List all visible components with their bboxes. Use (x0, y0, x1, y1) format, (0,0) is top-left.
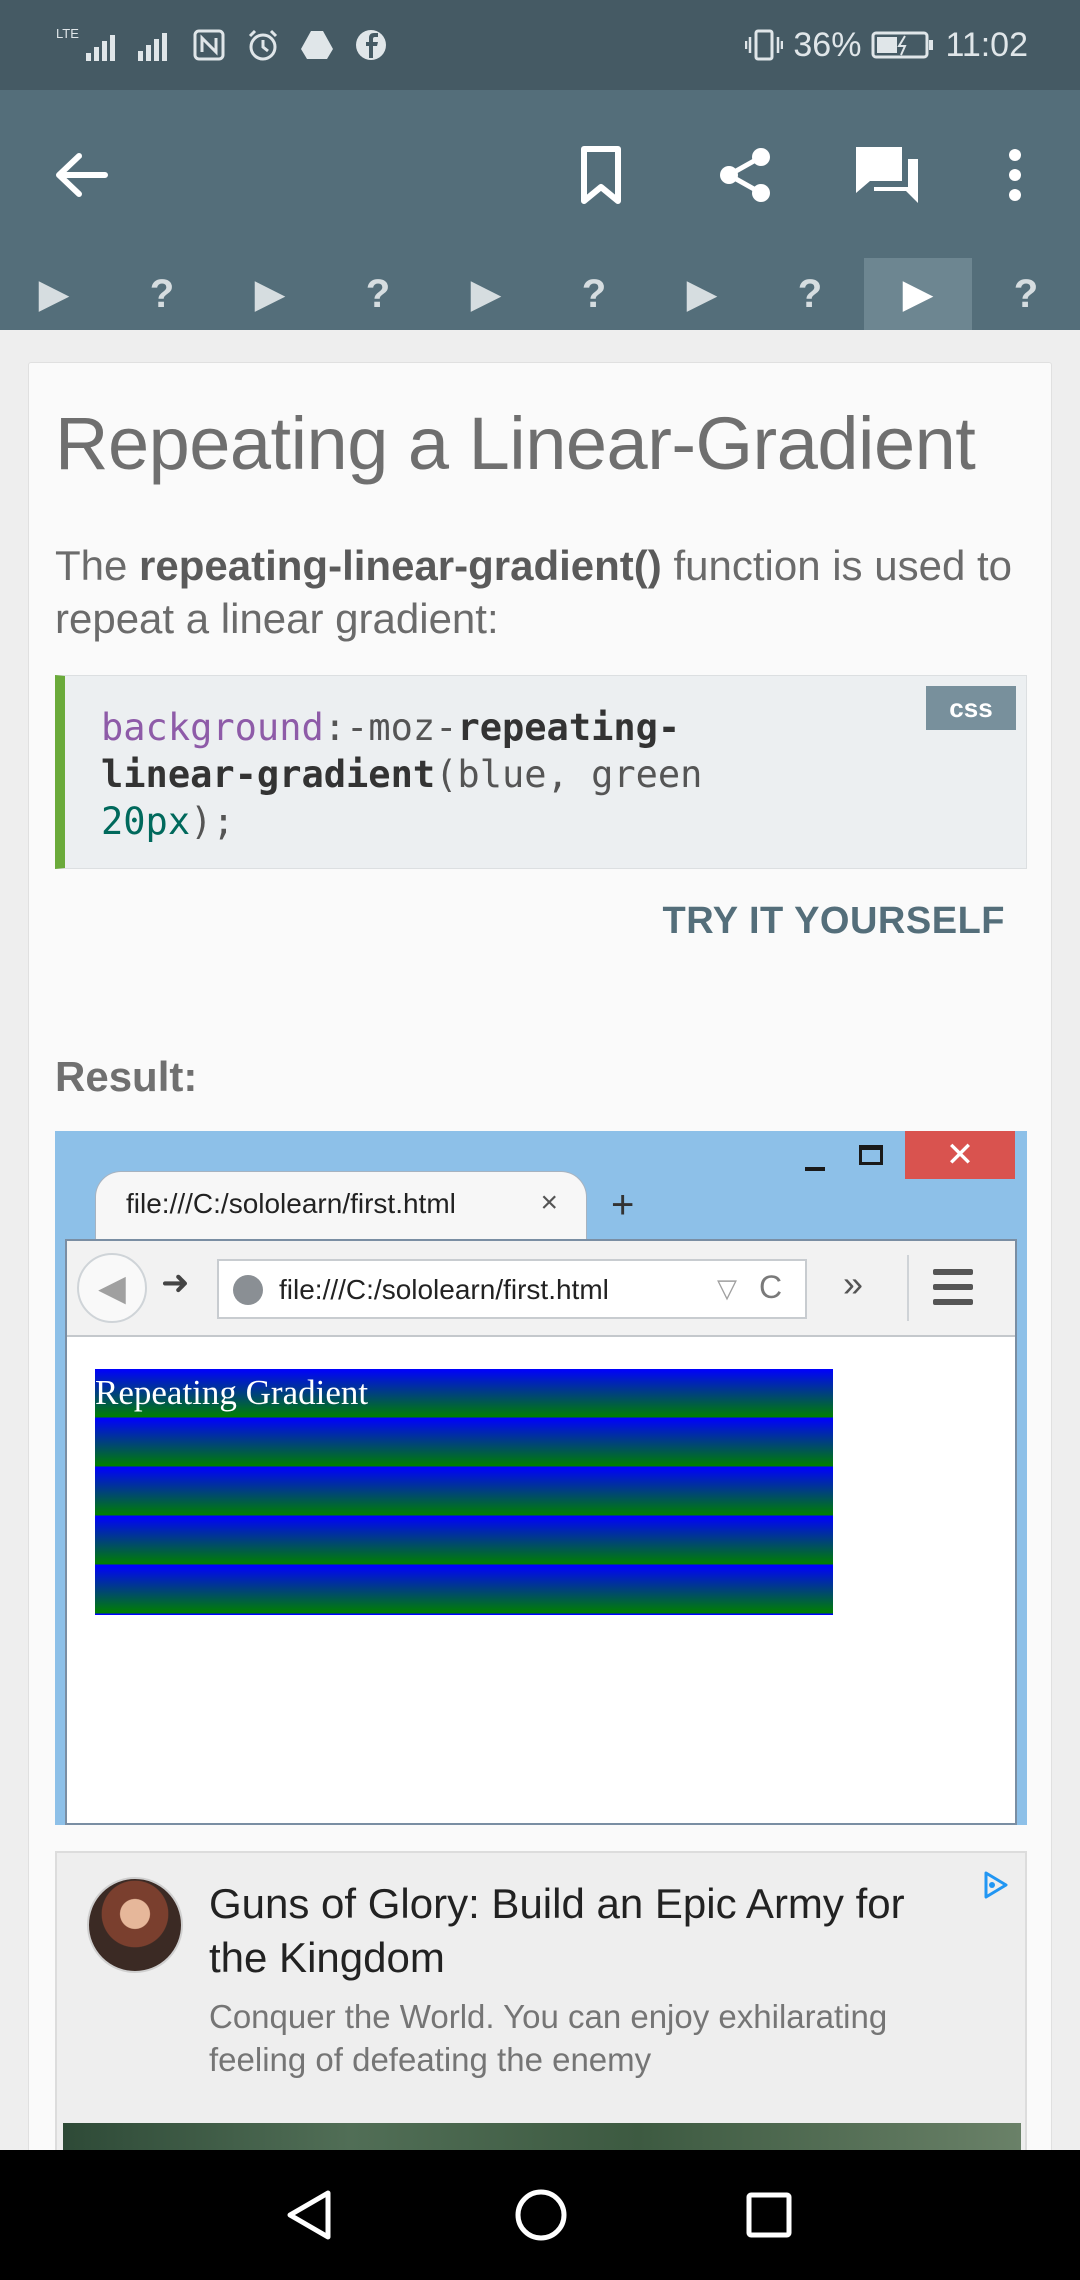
browser-back-icon: ◀ (77, 1253, 147, 1323)
repeating-gradient-demo: Repeating Gradient (95, 1369, 833, 1615)
browser-url-text: file:///C:/sololearn/first.html (279, 1274, 609, 1305)
status-bar: LTE 36% 11:02 (0, 0, 1080, 90)
back-button[interactable] (46, 140, 116, 210)
ad-app-avatar (87, 1877, 183, 1973)
question-icon: ? (149, 271, 175, 316)
play-icon: ▶ (254, 272, 286, 316)
step-quiz-2[interactable]: ? (324, 258, 432, 330)
drive-icon (298, 26, 336, 64)
reload-icon: C (759, 1269, 783, 1305)
gradient-demo-text: Repeating Gradient (95, 1373, 369, 1412)
nav-home-icon (515, 2189, 567, 2241)
code-language-badge: css (926, 686, 1016, 730)
tab-close-icon: × (540, 1186, 558, 1219)
more-vert-icon (1009, 149, 1021, 201)
facebook-icon (352, 26, 390, 64)
code-end: ); (190, 800, 235, 843)
question-icon: ? (797, 271, 823, 316)
browser-tab: file:///C:/sololearn/first.html × (95, 1171, 587, 1241)
question-icon: ? (365, 271, 391, 316)
ad-banner[interactable]: Guns of Glory: Build an Epic Army for th… (55, 1851, 1027, 2173)
browser-window: ◀ ➜ file:///C:/sololearn/first.html ▽ C … (65, 1239, 1017, 1825)
step-quiz-3[interactable]: ? (540, 258, 648, 330)
step-lesson-3[interactable]: ▶ (432, 258, 540, 330)
share-icon (720, 148, 770, 202)
play-icon: ▶ (686, 272, 718, 316)
status-icons-left: LTE (56, 22, 390, 68)
window-close-icon: ✕ (905, 1131, 1015, 1179)
battery-icon (871, 26, 935, 64)
status-icons-right: 36% 11:02 (745, 22, 1028, 68)
code-value: 20px (101, 800, 191, 843)
lesson-intro: The repeating-linear-gradient() function… (55, 539, 1035, 645)
play-icon: ▶ (38, 272, 70, 316)
more-options-button[interactable] (980, 140, 1050, 210)
step-lesson-4[interactable]: ▶ (648, 258, 756, 330)
window-minimize-icon (795, 1147, 835, 1171)
ad-title[interactable]: Guns of Glory: Build an Epic Army for th… (209, 1877, 969, 1985)
toolbar-divider (907, 1255, 909, 1321)
nfc-icon (190, 26, 228, 64)
intro-function-name: repeating-linear-gradient() (139, 542, 662, 589)
url-dropdown-icon: ▽ (717, 1273, 737, 1303)
step-quiz-4[interactable]: ? (756, 258, 864, 330)
back-arrow-icon (56, 153, 108, 197)
code-block: background:-moz-repeating-linear-gradien… (55, 675, 1027, 869)
step-lesson-2[interactable]: ▶ (216, 258, 324, 330)
globe-icon (233, 1275, 263, 1305)
result-screenshot: ✕ file:///C:/sololearn/first.html × + ◀ … (55, 1131, 1027, 1825)
window-maximize-icon (859, 1145, 883, 1165)
browser-toolbar: ◀ ➜ file:///C:/sololearn/first.html ▽ C … (67, 1241, 1015, 1337)
play-icon: ▶ (902, 272, 934, 316)
ad-description: Conquer the World. You can enjoy exhilar… (209, 1998, 888, 2078)
overflow-chevron-icon: » (843, 1263, 864, 1304)
code-colon: : (323, 706, 347, 749)
alarm-icon (244, 26, 282, 64)
lesson-title: Repeating a Linear-Gradient (55, 402, 976, 485)
share-button[interactable] (710, 140, 780, 210)
lte-signal-icon: LTE (56, 26, 120, 64)
browser-tab-title: file:///C:/sololearn/first.html (126, 1188, 456, 1219)
vibrate-icon (745, 26, 784, 64)
step-quiz-1[interactable]: ? (108, 258, 216, 330)
bookmark-icon (581, 146, 621, 204)
intro-prefix: The (55, 542, 140, 589)
ad-choices-icon[interactable] (977, 1867, 1013, 1903)
browser-url-bar: file:///C:/sololearn/first.html ▽ C (217, 1259, 807, 1319)
code-property: background (101, 706, 324, 749)
step-lesson-5-current[interactable]: ▶ (864, 258, 972, 330)
nav-recents-icon (746, 2192, 792, 2238)
question-icon: ? (581, 271, 607, 316)
battery-percent: 36% (793, 25, 862, 64)
comments-icon (856, 147, 918, 203)
step-quiz-5[interactable]: ? (972, 258, 1080, 330)
svg-text:LTE: LTE (56, 26, 79, 41)
step-lesson-1[interactable]: ▶ (0, 258, 108, 330)
clock: 11:02 (945, 25, 1028, 64)
lesson-card: Repeating a Linear-Gradient The repeatin… (28, 362, 1052, 2173)
lesson-progress-strip: ▶ ? ▶ ? ▶ ? ▶ ? ▶ ? (0, 258, 1080, 330)
code-prefix: -moz- (346, 706, 458, 749)
hamburger-menu-icon (933, 1269, 973, 1305)
question-icon: ? (1013, 271, 1039, 316)
nav-back-icon (287, 2190, 331, 2240)
bookmark-button[interactable] (566, 140, 636, 210)
code-text: background:-moz-repeating-linear-gradien… (101, 704, 801, 845)
browser-forward-icon: ➜ (161, 1264, 190, 1302)
system-nav-bar (0, 2150, 1080, 2280)
nav-home-button[interactable] (506, 2180, 576, 2250)
result-label: Result: (55, 1053, 198, 1100)
try-it-yourself-button[interactable]: TRY IT YOURSELF (662, 891, 1005, 951)
nav-recents-button[interactable] (734, 2180, 804, 2250)
comments-button[interactable] (852, 140, 922, 210)
signal-icon (136, 26, 174, 64)
app-bar (0, 90, 1080, 258)
nav-back-button[interactable] (274, 2180, 344, 2250)
new-tab-icon: + (611, 1183, 635, 1227)
play-icon: ▶ (470, 272, 502, 316)
code-args: (blue, green (435, 753, 703, 796)
